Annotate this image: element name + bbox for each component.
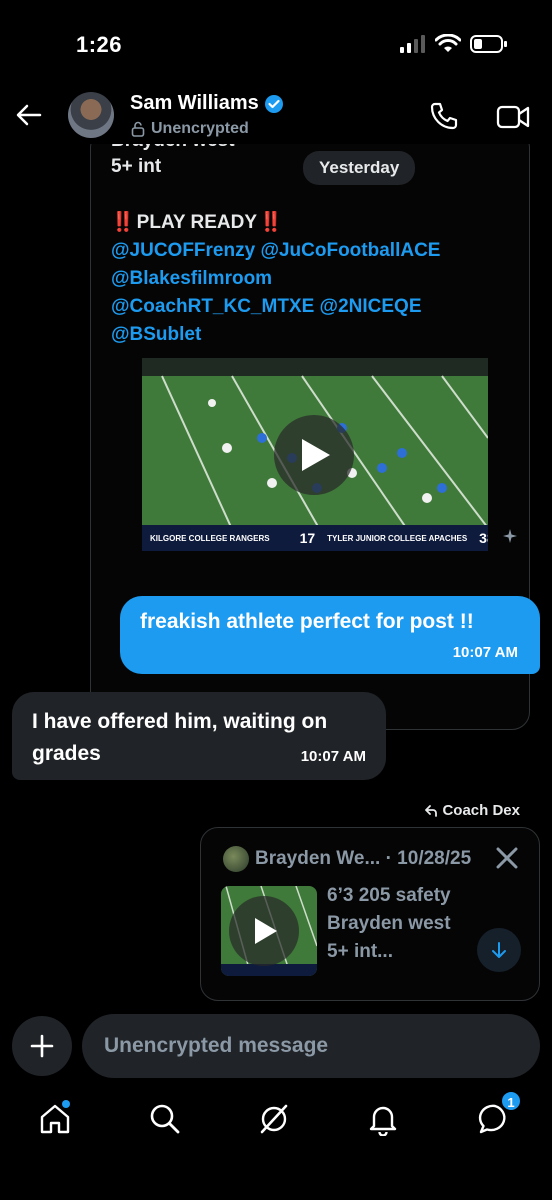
video-thumbnail[interactable] <box>221 886 317 976</box>
cellular-signal-icon <box>400 35 425 53</box>
double-exclamation-icon: ‼️ <box>111 212 135 233</box>
message-input[interactable] <box>82 1014 540 1078</box>
status-icons <box>400 34 508 54</box>
avatar <box>223 846 249 872</box>
arrow-down-icon <box>492 942 506 958</box>
verified-badge-icon <box>264 94 283 113</box>
lock-icon <box>131 121 145 137</box>
date-separator-pill: Yesterday <box>303 151 416 185</box>
mention-link[interactable]: @BSublet <box>111 321 201 349</box>
plus-icon <box>30 1034 54 1058</box>
scoreboard-score: 38 <box>479 530 488 546</box>
scoreboard-team: TYLER JUNIOR COLLEGE APACHES <box>327 533 468 543</box>
x-logo-icon <box>496 847 518 869</box>
quoted-post-text: 6’3 205 safety Brayden west 5+ int... <box>327 882 451 966</box>
video-call-icon[interactable] <box>496 102 530 132</box>
post-text-line: 5+ int <box>111 156 162 177</box>
scoreboard-team: KILGORE COLLEGE RANGERS <box>150 533 270 543</box>
mention-link[interactable]: @JUCOFFrenzy @JuCoFootballACE <box>111 237 440 265</box>
scoreboard-score: 17 <box>299 530 316 546</box>
message-composer <box>0 1012 552 1082</box>
quoted-post-author: Brayden We... · 10/28/25 <box>255 848 472 869</box>
play-ready-line: ‼️ PLAY READY ‼️ <box>111 209 283 237</box>
mention-link[interactable]: @Blakesfilmroom <box>111 265 272 293</box>
quoted-post-line: 6’3 205 safety <box>327 885 451 906</box>
message-text: freakish athlete perfect for post !! <box>140 610 474 633</box>
contact-name: Sam Williams <box>130 92 259 114</box>
battery-icon <box>470 35 507 53</box>
received-message-bubble[interactable]: I have offered him, waiting on grades 10… <box>12 692 386 780</box>
wifi-icon <box>435 34 461 52</box>
status-time: 1:26 <box>76 32 123 57</box>
sent-message-bubble[interactable]: freakish athlete perfect for post !! 10:… <box>120 596 540 674</box>
scoreboard: KILGORE COLLEGE RANGERS 17 TYLER JUNIOR … <box>142 525 488 551</box>
message-thread[interactable]: Brayden west 5+ int Yesterday ‼️ PLAY RE… <box>0 144 552 1010</box>
reply-indicator: Coach Dex <box>425 802 520 819</box>
quoted-post-card[interactable]: Brayden We... · 10/28/25 6’3 205 safety … <box>200 827 540 1001</box>
double-exclamation-icon: ‼️ <box>259 212 283 233</box>
play-button[interactable] <box>274 415 354 495</box>
tab-notifications[interactable] <box>366 1102 400 1137</box>
tab-search[interactable] <box>148 1102 182 1136</box>
quoted-post-line: 5+ int... <box>327 941 393 962</box>
conversation-header: Sam Williams Unencrypted <box>0 88 552 144</box>
mention-link[interactable]: @CoachRT_KC_MTXE @2NICEQE <box>111 293 422 321</box>
bell-icon <box>369 1106 397 1137</box>
play-ready-text: PLAY READY <box>136 212 258 233</box>
contact-name-row[interactable]: Sam Williams <box>130 92 284 115</box>
play-icon <box>302 439 330 471</box>
message-timestamp: 10:07 AM <box>452 644 518 661</box>
tab-home[interactable] <box>38 1100 72 1136</box>
encryption-status: Unencrypted <box>151 120 249 137</box>
scroll-to-bottom-button[interactable] <box>477 928 521 972</box>
sparkle-icon <box>503 529 517 543</box>
bottom-tab-bar: 1 <box>0 1088 552 1148</box>
encryption-status-row: Unencrypted <box>131 120 249 138</box>
unread-badge: 1 <box>500 1090 522 1112</box>
back-arrow-icon[interactable] <box>14 100 44 130</box>
reply-arrow-icon <box>425 804 438 817</box>
phone-call-icon[interactable] <box>428 100 460 132</box>
video-thumbnail[interactable]: KILGORE COLLEGE RANGERS 17 TYLER JUNIOR … <box>142 358 488 551</box>
attach-button[interactable] <box>12 1016 72 1076</box>
tab-messages[interactable]: 1 <box>478 1090 522 1136</box>
play-icon <box>255 918 277 944</box>
status-bar: 1:26 <box>0 0 552 90</box>
message-timestamp: 10:07 AM <box>300 748 366 765</box>
play-button[interactable] <box>229 896 299 966</box>
unread-dot <box>62 1100 70 1108</box>
avatar[interactable] <box>68 92 114 138</box>
search-icon <box>150 1104 180 1134</box>
grok-icon <box>260 1104 288 1134</box>
reply-target-name: Coach Dex <box>442 802 520 819</box>
quoted-post-line: Brayden west <box>327 913 451 934</box>
tab-grok[interactable] <box>257 1102 291 1136</box>
